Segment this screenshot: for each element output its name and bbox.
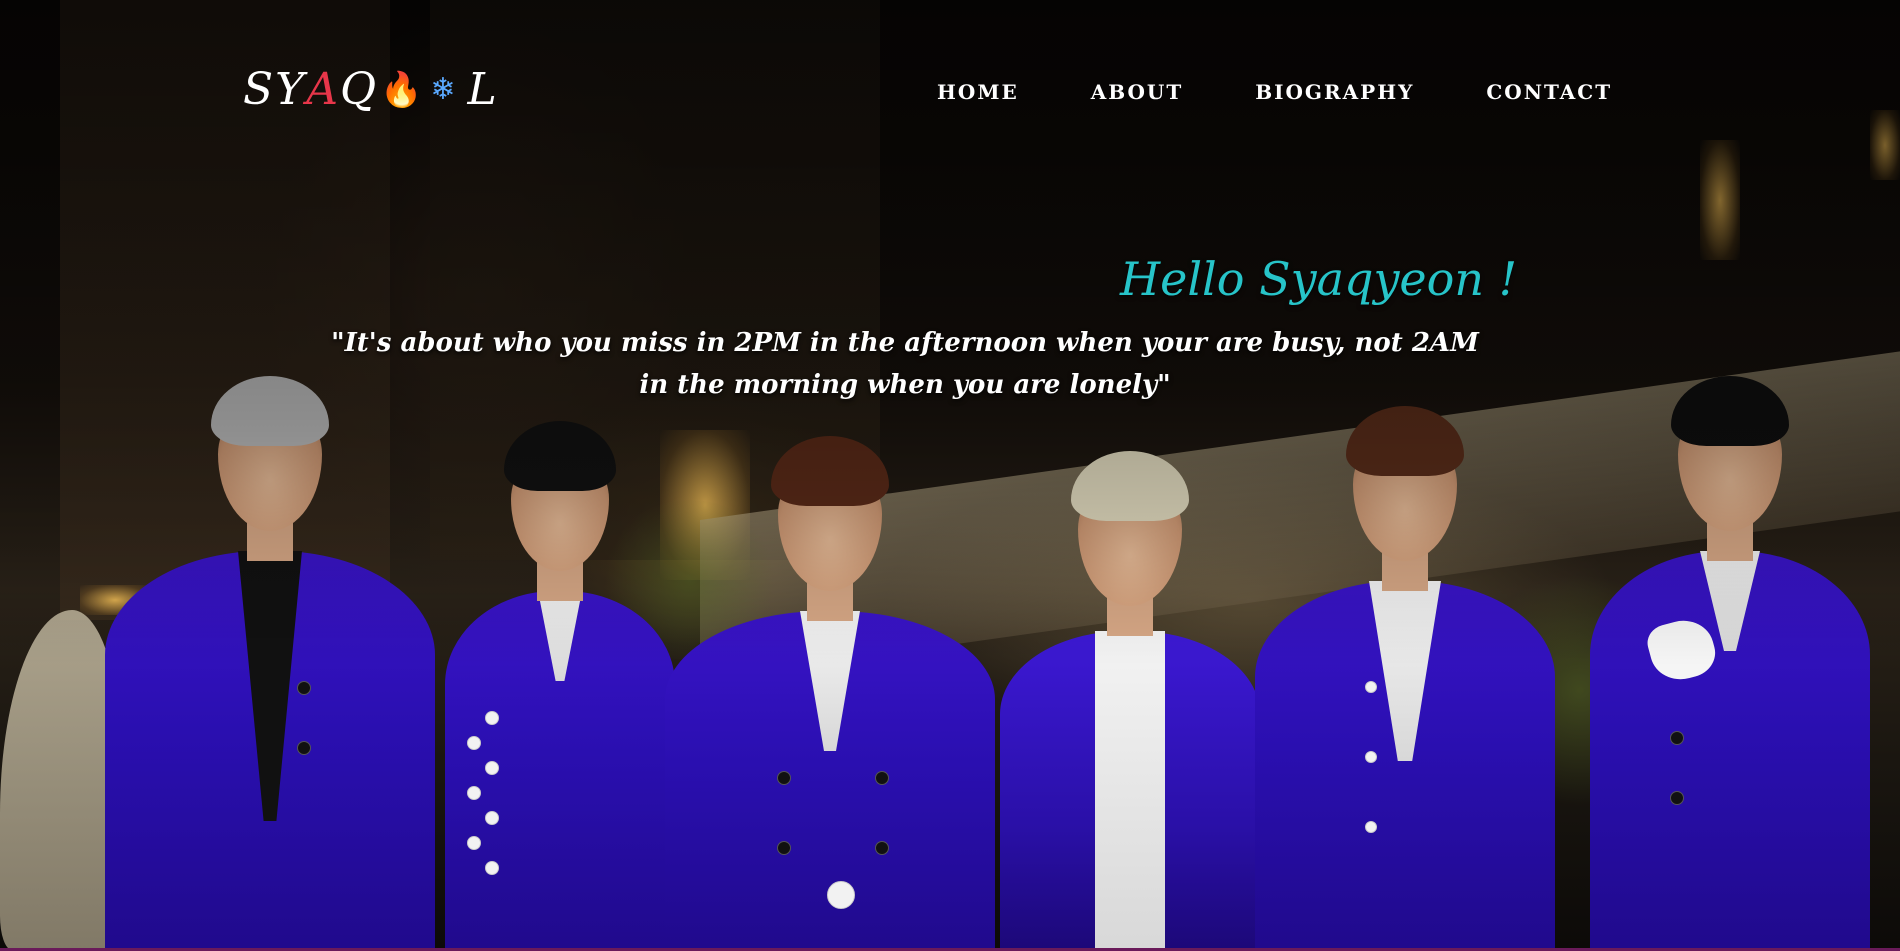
nav-link-contact[interactable]: CONTACT	[1486, 80, 1612, 104]
logo-text-suffix: L	[467, 64, 499, 115]
main-nav: HOME ABOUT BIOGRAPHY CONTACT	[937, 80, 1612, 104]
hero-greeting: Hello Syaqyeon !	[1120, 252, 1518, 306]
logo-text-middle: Q	[339, 64, 379, 115]
nav-link-home[interactable]: HOME	[937, 80, 1019, 104]
snowflake-icon: ❄	[430, 72, 458, 107]
nav-link-biography[interactable]: BIOGRAPHY	[1255, 80, 1414, 104]
page: SY A Q 🔥 ❄ L HOME ABOUT BIOGRAPHY CONTAC…	[0, 0, 1900, 951]
fire-icon: 🔥	[380, 69, 425, 110]
logo-text-prefix: SY	[243, 64, 307, 115]
nav-link-about[interactable]: ABOUT	[1091, 80, 1184, 104]
logo-text-accent: A	[306, 64, 340, 115]
site-header: SY A Q 🔥 ❄ L HOME ABOUT BIOGRAPHY CONTAC…	[0, 0, 1900, 180]
hero-quote: "It's about who you miss in 2PM in the a…	[331, 328, 1479, 400]
site-logo[interactable]: SY A Q 🔥 ❄ L	[243, 64, 499, 115]
